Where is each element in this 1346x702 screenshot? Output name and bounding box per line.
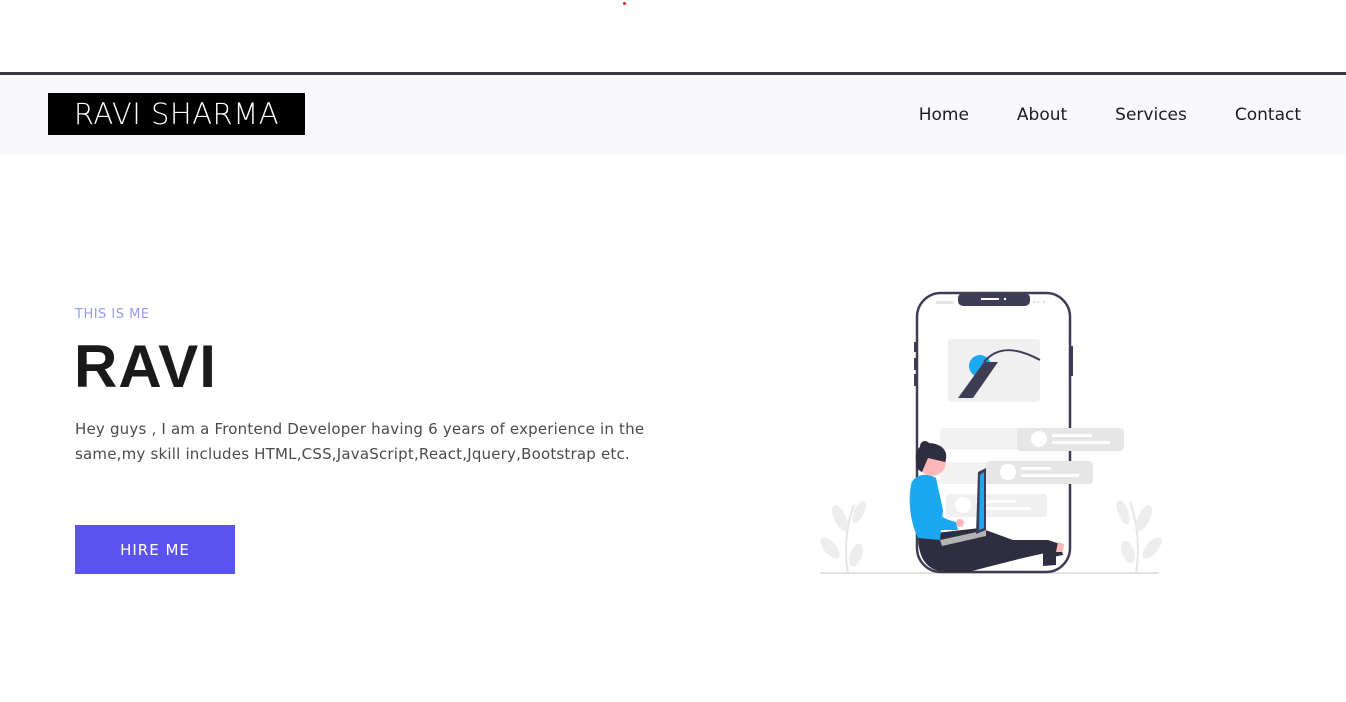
nav-link-about[interactable]: About [1017,105,1067,125]
phone-icon [914,291,1124,574]
hero-kicker: THIS IS ME [75,307,150,322]
hire-me-button[interactable]: HIRE ME [75,525,235,574]
nav-link-home[interactable]: Home [919,105,969,125]
nav-link-services[interactable]: Services [1115,105,1187,125]
plant-left-icon [820,500,866,574]
person-with-laptop-phone-illustration [820,291,1162,574]
plant-right-icon [1116,499,1162,574]
site-logo[interactable]: RAVI SHARMA [48,93,305,135]
hero-title: RAVI [74,333,217,400]
top-red-dot [623,2,626,5]
navbar: RAVI SHARMA Home About Services Contact [0,72,1346,155]
nav-menu: Home About Services Contact [919,105,1301,125]
hero-description: Hey guys , I am a Frontend Developer hav… [75,420,645,463]
nav-link-contact[interactable]: Contact [1235,105,1301,125]
